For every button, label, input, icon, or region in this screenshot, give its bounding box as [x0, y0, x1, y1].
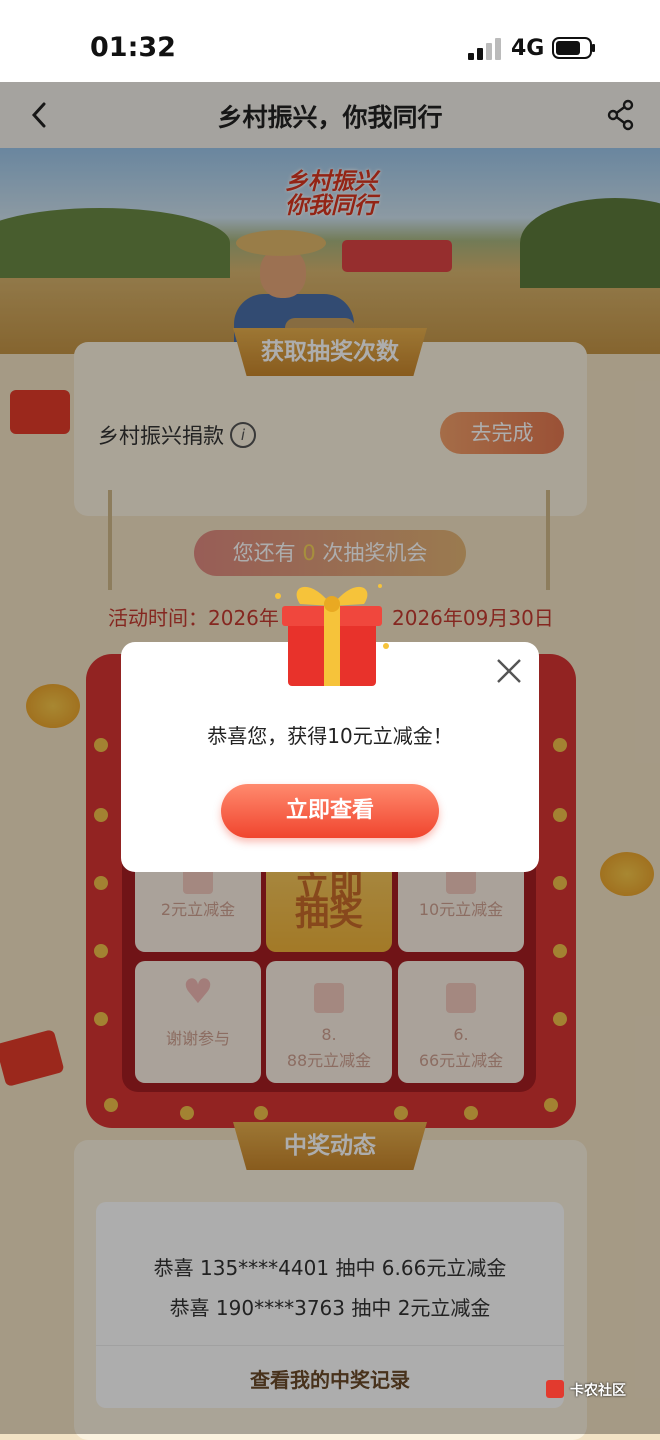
status-time: 01:32: [90, 32, 176, 63]
watermark-logo-icon: [546, 1380, 564, 1398]
battery-icon: [552, 37, 595, 59]
signal-icon: [468, 38, 501, 60]
network-type: 4G: [511, 36, 545, 61]
watermark-text: 卡农社区: [570, 1383, 626, 1399]
modal-message: 恭喜您，获得10元立减金！: [207, 724, 453, 748]
status-bar: 01:32 4G: [0, 0, 660, 82]
view-now-button[interactable]: 立即查看: [221, 784, 439, 838]
close-icon[interactable]: [496, 658, 522, 684]
gift-box-icon: [275, 584, 389, 686]
